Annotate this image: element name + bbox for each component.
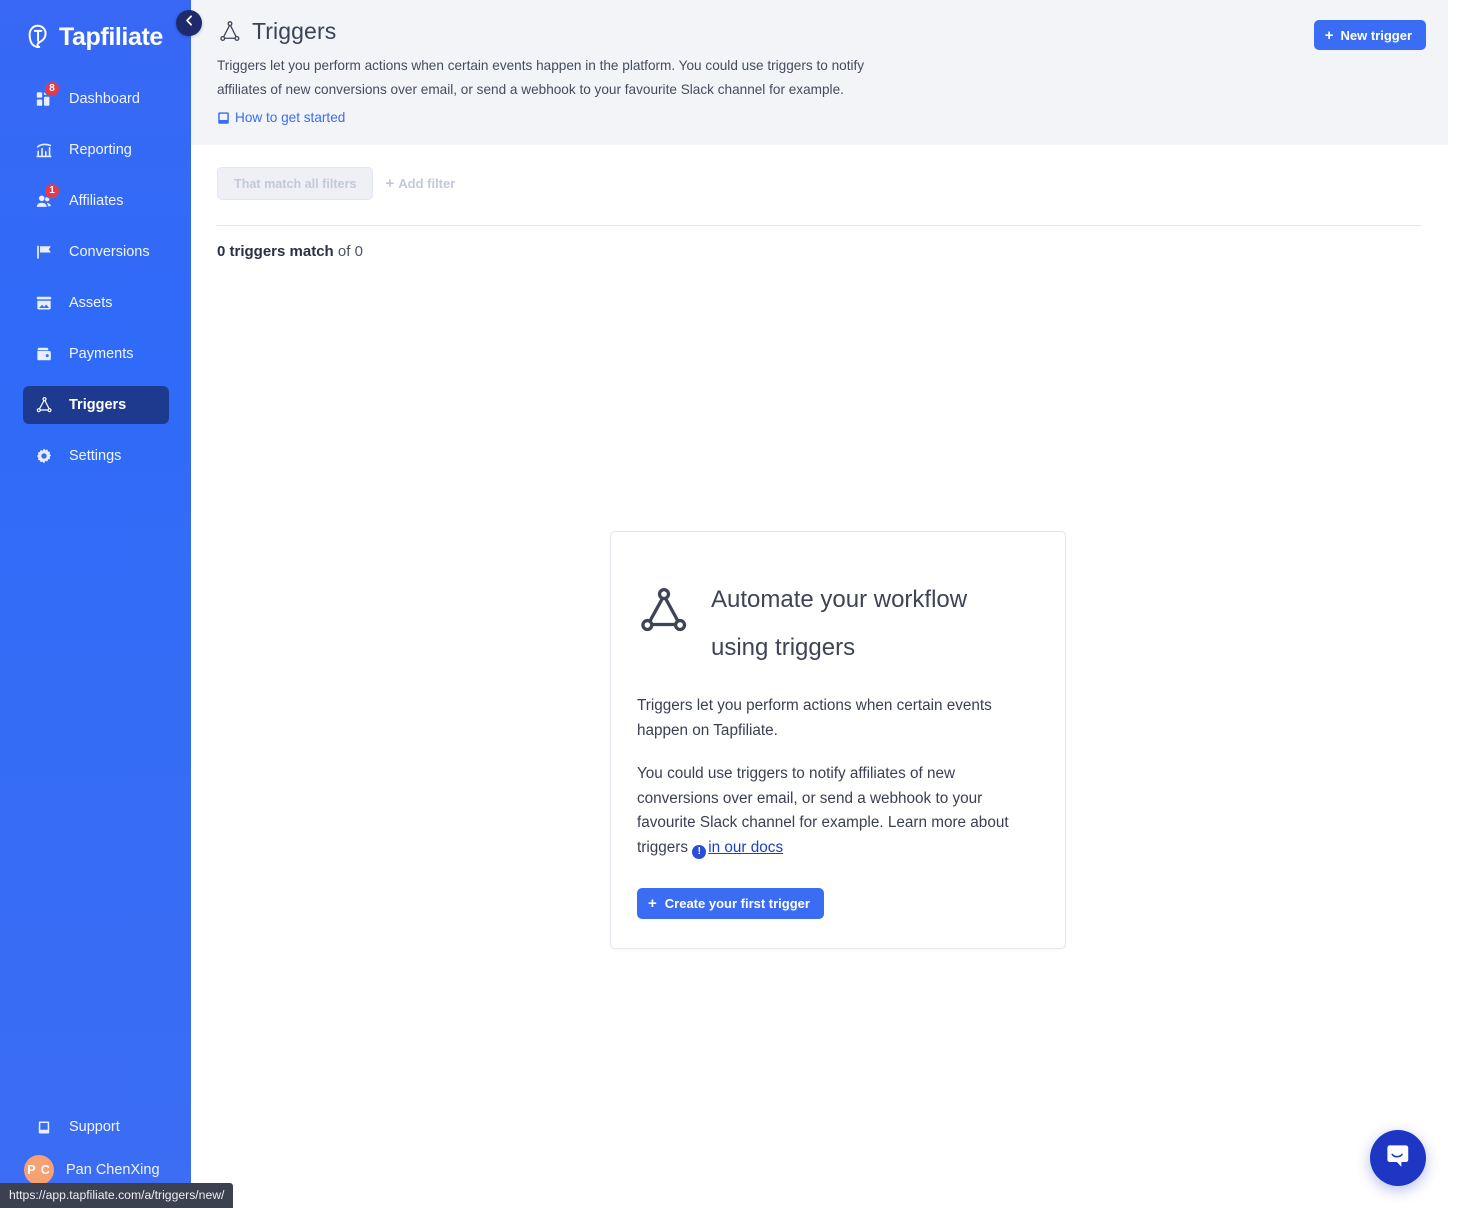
add-filter-button[interactable]: + Add filter [385,176,455,191]
user-name: Pan ChenXing [66,1162,160,1178]
triggers-icon [217,19,243,45]
gear-icon [33,445,55,467]
plus-icon: + [385,175,395,192]
sidebar-item-label: Affiliates [69,193,124,209]
create-first-trigger-button[interactable]: + Create your first trigger [637,888,824,919]
empty-state-paragraph-1: Triggers let you perform actions when ce… [637,697,992,739]
how-to-get-started-link[interactable]: How to get started [191,110,1448,125]
affiliates-icon: 1 [33,183,60,212]
empty-state-body: Triggers let you perform actions when ce… [611,672,1065,860]
chat-launcher-button[interactable] [1370,1130,1426,1186]
sidebar-item-label: Dashboard [69,91,140,107]
sidebar-item-label: Conversions [69,244,150,260]
triggers-icon [33,394,55,416]
status-bar-url: https://app.tapfiliate.com/a/triggers/ne… [0,1183,234,1208]
badge-count: 1 [44,183,60,199]
chevron-left-icon [183,14,196,32]
sidebar-collapse-button[interactable] [176,10,202,36]
page-header: Triggers Triggers let you perform action… [191,0,1448,145]
add-filter-label: Add filter [398,176,456,191]
assets-icon [33,292,55,314]
filter-bar: That match all filters + Add filter [191,145,1448,200]
results-count-bold: 0 triggers match [217,243,334,260]
plus-icon: + [648,895,657,912]
match-all-filters-pill[interactable]: That match all filters [217,167,374,200]
new-trigger-button[interactable]: + New trigger [1313,20,1426,50]
sidebar-item-conversions[interactable]: Conversions [23,233,169,271]
sidebar-item-dashboard[interactable]: 8 Dashboard [23,80,169,118]
flag-icon [33,241,55,263]
sidebar-item-affiliates[interactable]: 1 Affiliates [23,182,169,220]
sidebar: Tapfiliate 8 Dashboard Reporting 1 Affil… [0,0,202,1208]
sidebar-nav: 8 Dashboard Reporting 1 Affiliates Conve… [0,80,191,475]
empty-state-paragraph-2: You could use triggers to notify affilia… [637,762,1031,860]
sidebar-footer: Support P C Pan ChenXing [0,1110,191,1190]
book-icon [217,111,230,125]
avatar: P C [24,1155,54,1185]
results-count-rest: of 0 [333,243,363,260]
match-all-filters-label: That match all filters [234,176,357,191]
sidebar-item-triggers[interactable]: Triggers [23,386,169,424]
reporting-icon [33,139,55,161]
results-count: 0 triggers match of 0 [191,226,1448,260]
badge-count: 8 [44,81,60,97]
sidebar-item-payments[interactable]: Payments [23,335,169,373]
support-book-icon [33,1116,55,1138]
sidebar-item-settings[interactable]: Settings [23,437,169,475]
docs-link[interactable]: in our docs [708,839,783,856]
page-description: Triggers let you perform actions when ce… [217,58,865,97]
tapfiliate-logo-icon [24,22,54,52]
brand-name: Tapfiliate [59,22,163,51]
page-title-row: Triggers [191,18,1448,45]
sidebar-item-label: Triggers [69,397,127,413]
support-label: Support [69,1119,120,1135]
app-root: Tapfiliate 8 Dashboard Reporting 1 Affil… [0,0,1459,1208]
sidebar-item-reporting[interactable]: Reporting [23,131,169,169]
how-to-get-started-label: How to get started [235,110,346,125]
dashboard-icon: 8 [33,81,60,110]
sidebar-item-support[interactable]: Support [0,1110,191,1144]
brand-logo[interactable]: Tapfiliate [0,0,191,52]
sidebar-item-label: Assets [69,295,113,311]
new-trigger-label: New trigger [1340,27,1412,43]
wallet-icon [33,343,55,365]
plus-icon: + [1324,26,1334,44]
scrollbar-track[interactable] [1448,0,1459,1208]
main-content: Triggers Triggers let you perform action… [191,0,1448,1208]
triggers-icon [635,582,693,640]
page-title: Triggers [252,18,337,44]
empty-state-title: Automate your workflow using triggers [711,586,968,661]
create-first-trigger-label: Create your first trigger [664,896,810,911]
empty-state-head: Automate your workflow using triggers [611,532,1065,672]
empty-state-card: Automate your workflow using triggers Tr… [610,531,1066,949]
sidebar-item-label: Settings [69,448,122,464]
info-icon: ! [692,844,707,859]
chat-bubble-icon [1383,1141,1413,1176]
empty-state-paragraph-2-text: You could use triggers to notify affilia… [637,765,1009,856]
sidebar-item-label: Payments [69,346,134,362]
sidebar-item-assets[interactable]: Assets [23,284,169,322]
sidebar-item-label: Reporting [69,142,132,158]
